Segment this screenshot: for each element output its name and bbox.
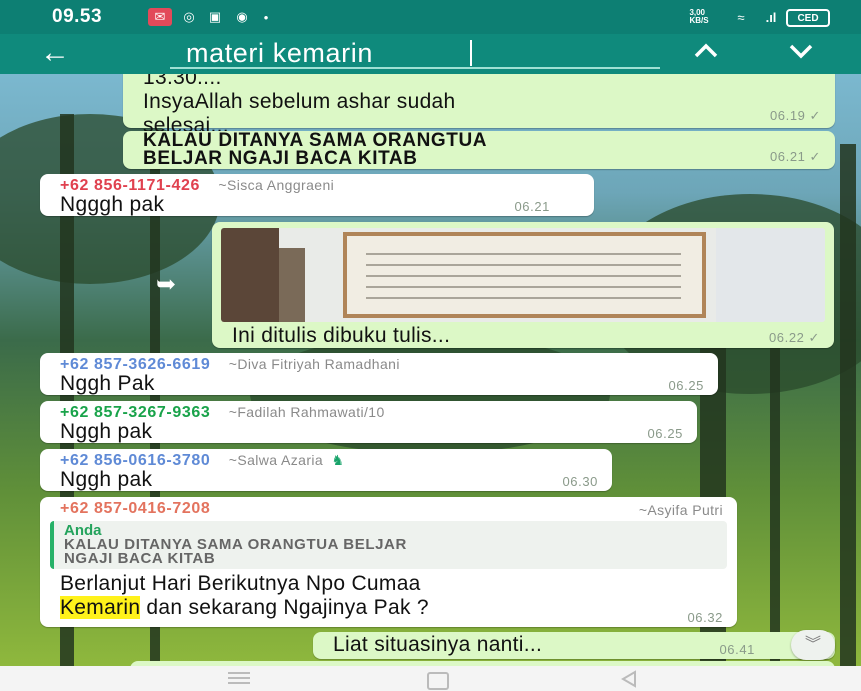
incoming-message[interactable]: +62 856-0616-3780 ~Salwa Azaria ♞ Nggh p… (40, 449, 612, 491)
message-text: Berlanjut Hari Berikutnya Npo Cumaa Kema… (60, 572, 429, 620)
outgoing-message[interactable]: 13.30.... InsyaAllah sebelum ashar sudah… (123, 74, 835, 137)
back-triangle-svg (621, 670, 636, 688)
sent-tick-icon: ✓ (808, 330, 820, 345)
outgoing-message[interactable]: Liat situasinya nanti... 06.41 (313, 632, 835, 659)
image-shelf (279, 248, 305, 322)
message-line: Kemarin dan sekarang Ngajinya Pak ? (60, 596, 429, 620)
sender-alias: ~Sisca Anggraeni (218, 177, 335, 193)
incoming-reply-message[interactable]: +62 857-0416-7208 ~Asyifa Putri Anda KAL… (40, 497, 737, 627)
image-door-dark (221, 228, 279, 322)
sender-alias: ~Salwa Azaria (228, 452, 324, 468)
quote-text: KALAU DITANYA SAMA ORANGTUA BELJAR NGAJI… (64, 537, 407, 567)
message-text: Nggh pak (60, 468, 153, 491)
quoted-message[interactable]: Anda KALAU DITANYA SAMA ORANGTUA BELJAR … (50, 521, 727, 569)
message-line-rest: dan sekarang Ngajinya Pak ? (140, 596, 429, 619)
gallery-icon: ▣ (208, 9, 222, 24)
image-caption: Ini ditulis dibuku tulis... (232, 324, 451, 347)
menu-icon[interactable] (228, 672, 250, 685)
message-line: BELJAR NGAJI BACA KITAB (143, 148, 418, 169)
menu-line (228, 677, 250, 679)
sender-phone[interactable]: +62 857-0416-7208 (60, 500, 210, 517)
message-text: KALAU DITANYA SAMA ORANGTUA BELJAR NGAJI… (143, 131, 487, 169)
message-time: 06.21 (514, 199, 550, 214)
message-time: 06.32 (687, 610, 723, 625)
battery-icon: CED (786, 9, 830, 27)
menu-line (228, 682, 250, 684)
message-line: 13.30.... (143, 74, 222, 89)
outgoing-message[interactable]: KALAU DITANYA SAMA ORANGTUA BELJAR NGAJI… (123, 131, 835, 169)
message-line: InsyaAllah sebelum ashar sudah (143, 90, 456, 113)
screen: 09.53 ✉ ◎ ▣ ◉ • 3,00 KB/S ≈ .ıl CED ← ma… (0, 0, 861, 691)
signal-icon: .ıl (765, 9, 777, 25)
time-text: 06.21 (769, 149, 806, 164)
wallpaper-tree (770, 324, 780, 666)
chevron-down-svg (789, 44, 813, 59)
message-time: 06.21 ✓ (770, 149, 821, 165)
message-text: Nggh Pak (60, 372, 155, 395)
double-chevron-down-icon: ︾ (804, 636, 821, 653)
sender-phone[interactable]: +62 857-3267-9363 (60, 404, 210, 421)
menu-line (228, 672, 250, 674)
message-text: 13.30.... InsyaAllah sebelum ashar sudah… (143, 74, 456, 138)
image-right-wall (716, 228, 825, 322)
message-time: 06.25 (647, 426, 683, 441)
message-time: 06.19 ✓ (770, 108, 821, 124)
incoming-message[interactable]: +62 856-1171-426 ~Sisca Anggraeni Ngggh … (40, 174, 594, 216)
time-text: 06.22 (768, 330, 805, 345)
home-icon[interactable] (427, 672, 449, 690)
message-text: Nggh pak (60, 420, 153, 443)
more-dot-icon: • (263, 9, 269, 25)
incoming-message[interactable]: +62 857-3626-6619 ~Diva Fitriyah Ramadha… (40, 353, 718, 395)
dinosaur-emoji-icon: ♞ (331, 452, 345, 468)
wallpaper-tree (840, 144, 856, 666)
sender-phone[interactable]: +62 856-0616-3780 (60, 452, 210, 469)
chevron-up-svg (694, 43, 718, 58)
image-calligraphy (366, 244, 681, 299)
message-header: +62 857-0416-7208 (60, 500, 210, 518)
message-time: 06.30 (562, 474, 598, 489)
outgoing-image-message[interactable]: Ini ditulis dibuku tulis... 06.22 ✓ (212, 222, 834, 348)
back-icon[interactable] (619, 669, 639, 691)
sent-tick-icon: ✓ (809, 149, 821, 164)
text-cursor (470, 40, 472, 66)
chevron-down-icon[interactable] (788, 37, 814, 68)
network-speed: 3,00 KB/S (689, 8, 709, 25)
message-time: 06.22 ✓ (769, 330, 820, 346)
sender-alias: ~Diva Fitriyah Ramadhani (228, 356, 400, 372)
back-arrow-icon[interactable]: ← (40, 36, 70, 70)
incoming-message[interactable]: +62 857-3267-9363 ~Fadilah Rahmawati/10 … (40, 401, 697, 443)
message-time: 06.25 (668, 378, 704, 393)
search-bar: ← materi kemarin (0, 34, 861, 74)
sender-phone[interactable]: +62 857-3626-6619 (60, 356, 210, 373)
navigation-bar (0, 666, 861, 691)
wifi-icon: ≈ (737, 9, 745, 25)
message-image[interactable] (221, 228, 825, 322)
forward-icon[interactable]: ➥ (148, 273, 184, 297)
status-bar: 09.53 ✉ ◎ ▣ ◉ • 3,00 KB/S ≈ .ıl CED (0, 0, 861, 34)
sent-tick-icon: ✓ (809, 108, 821, 123)
status-time: 09.53 (52, 6, 103, 27)
messenger-icon: ◉ (236, 9, 248, 24)
scroll-down-button[interactable]: ︾ (791, 630, 835, 660)
sender-alias: ~Fadilah Rahmawati/10 (228, 404, 385, 420)
sender-alias: ~Asyifa Putri (638, 502, 723, 518)
whatsapp-icon: ◎ (183, 9, 195, 24)
notification-icon: ✉ (148, 8, 172, 26)
message-time: 06.41 (719, 642, 755, 657)
chevron-up-icon[interactable] (693, 37, 719, 68)
time-text: 06.19 (769, 108, 806, 123)
sender-phone[interactable]: +62 856-1171-426 (60, 177, 200, 194)
message-line: Berlanjut Hari Berikutnya Npo Cumaa (60, 572, 421, 595)
quote-line: NGAJI BACA KITAB (64, 550, 216, 567)
message-text: Ngggh pak (60, 193, 165, 216)
search-highlight: Kemarin (60, 596, 141, 619)
search-underline (170, 67, 660, 69)
chat-area[interactable]: 13.30.... InsyaAllah sebelum ashar sudah… (0, 74, 861, 666)
message-text: Liat situasinya nanti... (333, 633, 543, 656)
search-input[interactable]: materi kemarin (186, 36, 656, 70)
